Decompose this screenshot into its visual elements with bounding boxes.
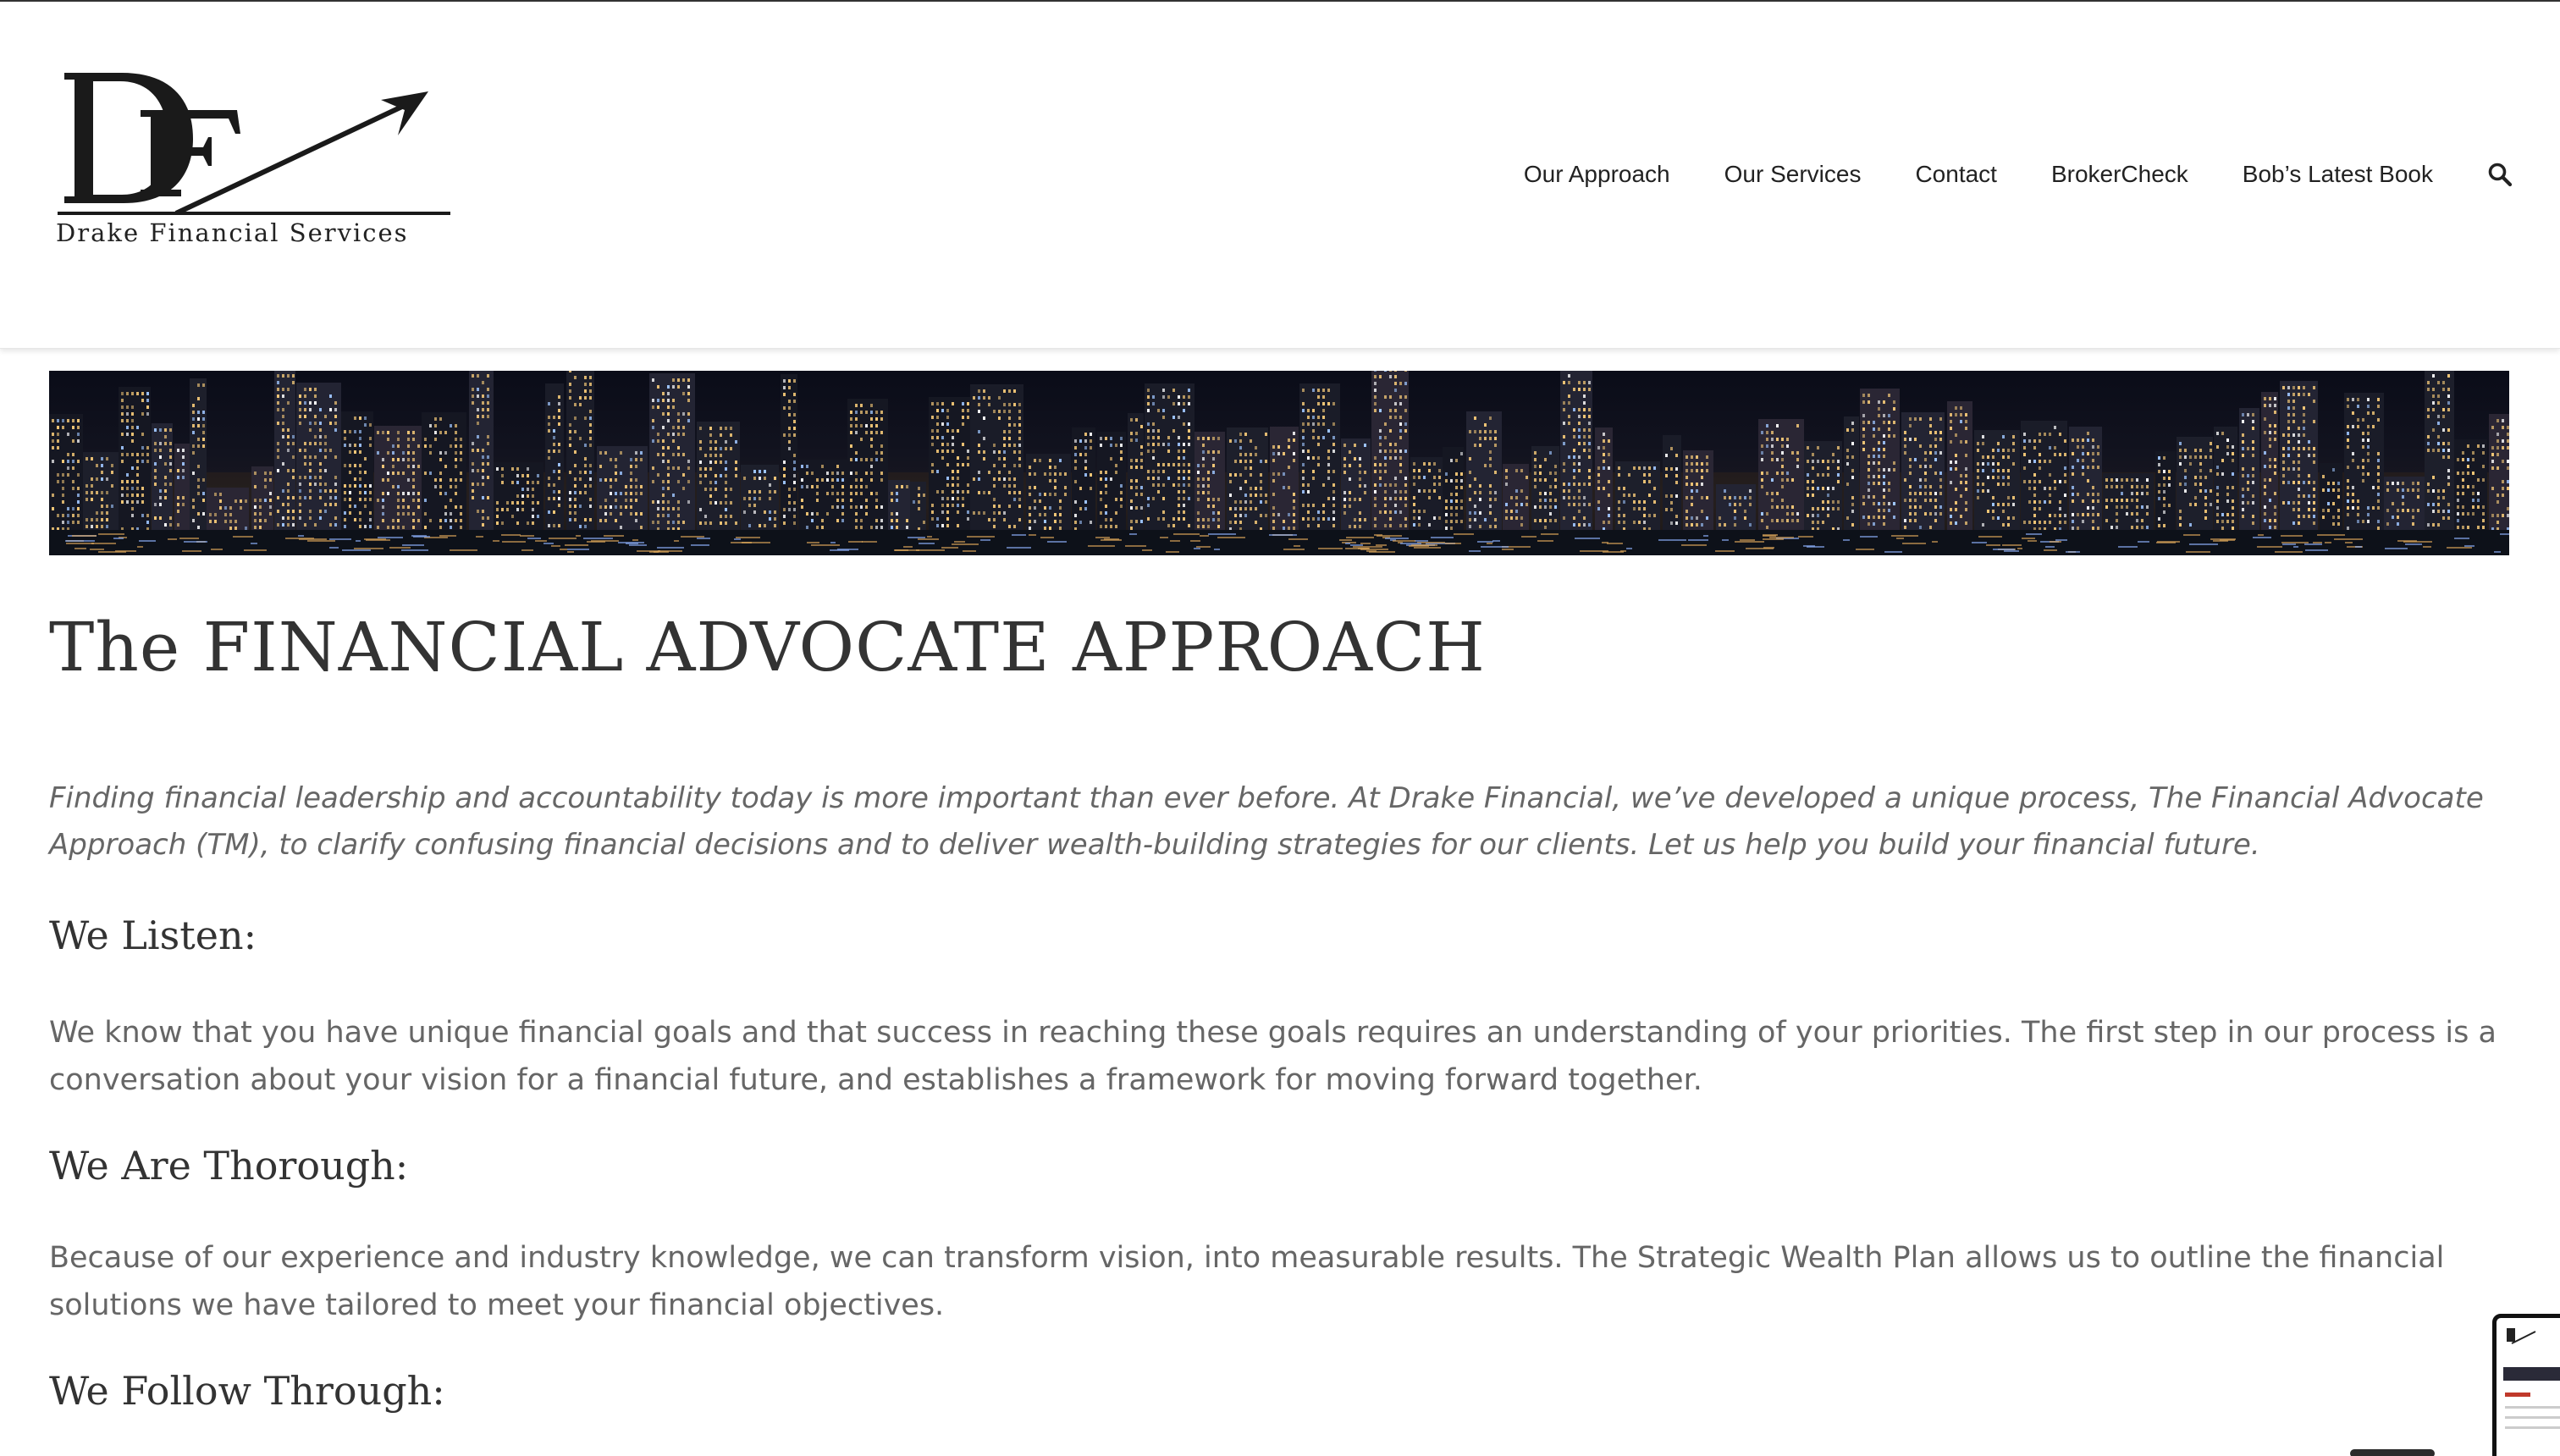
nav-brokercheck[interactable]: BrokerCheck xyxy=(2051,161,2188,188)
site-header: Drake Financial Services Our Approach Ou… xyxy=(0,2,2560,349)
page-preview-thumbnail[interactable] xyxy=(2492,1314,2560,1456)
paragraph-we-listen: We know that you have unique financial g… xyxy=(49,1016,2497,1097)
thumbnail-logo-icon xyxy=(2507,1328,2536,1344)
intro-paragraph: Finding financial leadership and account… xyxy=(49,781,2484,862)
thumbnail-text-line xyxy=(2505,1406,2560,1409)
heading-we-follow-through: We Follow Through: xyxy=(49,1368,445,1414)
nav-our-approach[interactable]: Our Approach xyxy=(1524,161,1670,188)
nav-contact[interactable]: Contact xyxy=(1915,161,1997,188)
city-skyline-image xyxy=(49,371,2509,555)
page-title: The FINANCIAL ADVOCATE APPROACH xyxy=(49,608,1486,687)
logo-monogram-icon xyxy=(58,73,450,215)
paragraph-we-are-thorough: Because of our experience and industry k… xyxy=(49,1241,2445,1322)
heading-we-listen: We Listen: xyxy=(49,913,257,958)
main-nav: Our Approach Our Services Contact Broker… xyxy=(1470,161,2513,188)
site-logo[interactable]: Drake Financial Services xyxy=(49,63,455,257)
thumbnail-text-line xyxy=(2505,1426,2560,1429)
nav-bobs-latest-book[interactable]: Bob’s Latest Book xyxy=(2243,161,2433,188)
logo-wordmark: Drake Financial Services xyxy=(56,218,409,247)
city-skyline-banner xyxy=(49,371,2509,555)
thumbnail-red-link xyxy=(2505,1393,2530,1397)
thumbnail-text-line xyxy=(2505,1416,2560,1419)
search-icon[interactable] xyxy=(2487,162,2513,187)
thumbnail-banner xyxy=(2503,1367,2560,1381)
heading-we-are-thorough: We Are Thorough: xyxy=(49,1143,409,1189)
nav-our-services[interactable]: Our Services xyxy=(1724,161,1862,188)
scroll-indicator xyxy=(2350,1449,2435,1456)
